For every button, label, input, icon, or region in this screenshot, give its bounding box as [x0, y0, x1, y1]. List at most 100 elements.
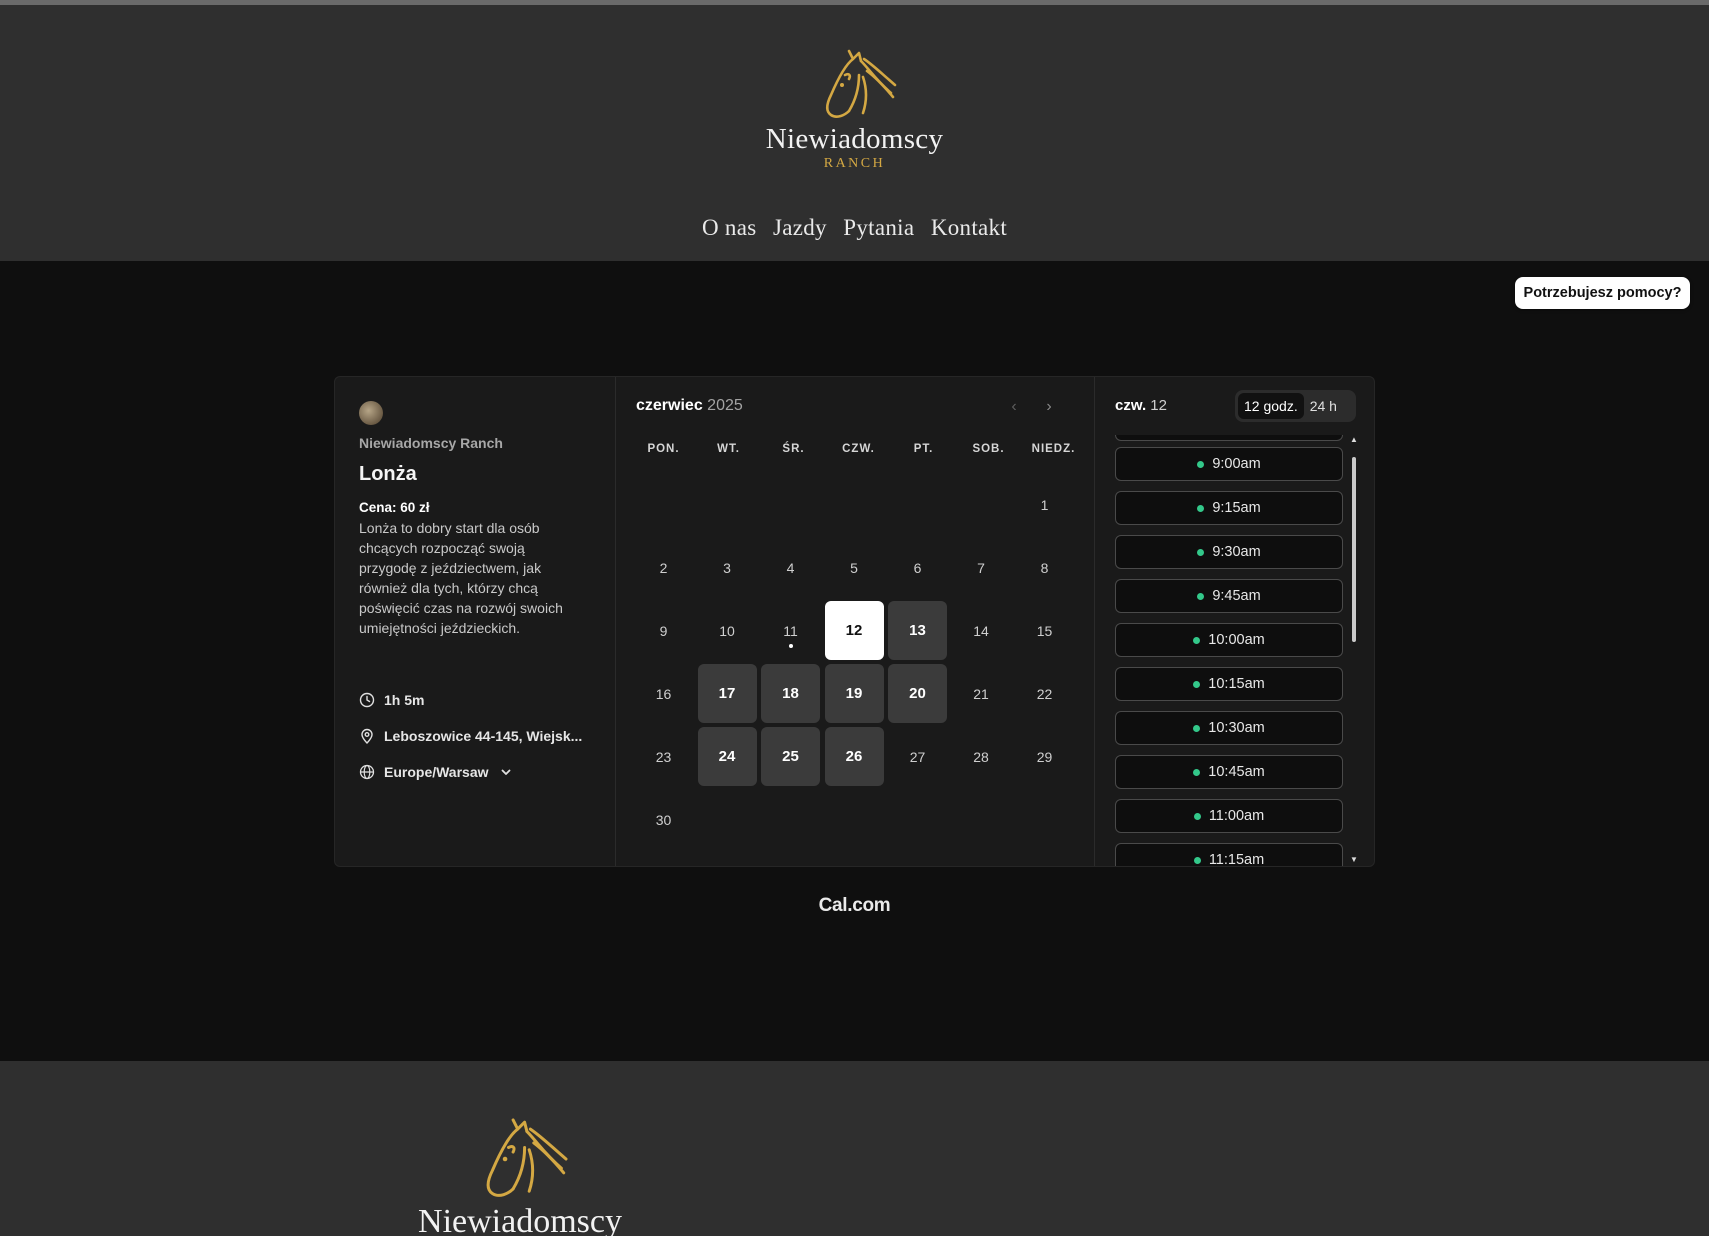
time-slot-partial[interactable] [1115, 435, 1343, 441]
time-slot-label: 10:15am [1208, 676, 1265, 692]
weekday-label: PT. [913, 443, 934, 455]
calendar-day: 27 [888, 727, 947, 786]
event-price: Cena: 60 zł [359, 500, 430, 515]
time-slot-label: 9:15am [1212, 500, 1261, 516]
event-title: Lonża [359, 463, 417, 485]
time-slot[interactable]: 9:15am [1115, 491, 1343, 525]
calendar-day-number: 8 [1040, 559, 1049, 576]
selected-date-weekday: czw. [1115, 397, 1147, 414]
horse-logo-icon [486, 1118, 568, 1197]
globe-icon [359, 764, 375, 780]
calendar-day[interactable]: 26 [824, 727, 884, 786]
calendar-day[interactable]: 20 [888, 664, 947, 723]
calendar-day-selected[interactable]: 12 [824, 601, 884, 660]
calendar-day[interactable]: 18 [761, 664, 820, 723]
time-slot-list[interactable]: 9:00am 9:15am 9:30am 9:45am 10:00am 10:15am 10… [1115, 435, 1345, 866]
timezone-selector[interactable]: Europe/Warsaw [359, 764, 512, 780]
calendar-blank [698, 475, 757, 534]
nav-link-kontakt[interactable]: Kontakt [931, 215, 1007, 240]
chevron-down-icon [501, 769, 510, 775]
calendar-day: 15 [1015, 601, 1074, 660]
event-location: Leboszowice 44-145, Wiejsk... [384, 728, 583, 744]
time-slot-label: 11:15am [1208, 852, 1265, 866]
site-header: Niewiadomscy RANCH O nas Jazdy Pytania K… [0, 5, 1709, 261]
help-button[interactable]: Potrzebujesz pomocy? [1515, 277, 1690, 309]
selected-date-number: 12 [1150, 397, 1167, 414]
calendar-day-number: 6 [913, 559, 922, 576]
weekday-label: SOB. [972, 443, 1005, 455]
calendar-day-number: 22 [1036, 685, 1053, 702]
calendar-day-number: 23 [655, 748, 672, 765]
calendar-day: 21 [952, 664, 1011, 723]
calendar-panel: czerwiec 2025 ‹ › PON. WT. ŚR. CZW. PT. … [616, 377, 1095, 866]
calendar-day-number: 13 [909, 622, 926, 639]
powered-by[interactable]: Cal.com [0, 895, 1709, 917]
scroll-down-icon[interactable]: ▼ [1350, 855, 1358, 864]
calendar-day: 6 [888, 538, 947, 597]
time-slot[interactable]: 10:45am [1115, 755, 1343, 789]
site-footer: Niewiadomscy [0, 1061, 1709, 1236]
time-slot[interactable]: 11:15am [1115, 843, 1343, 866]
nav-link-o-nas[interactable]: O nas [702, 215, 757, 240]
calendar-day: 8 [1015, 538, 1074, 597]
calendar-blank [952, 475, 1011, 534]
chevron-right-icon: › [1046, 398, 1052, 415]
calendar-day: 2 [634, 538, 693, 597]
footer-logo[interactable]: Niewiadomscy [402, 1113, 638, 1236]
scrollbar-thumb[interactable] [1352, 457, 1356, 642]
event-info-panel: Niewiadomscy Ranch Lonża Cena: 60 zł Lon… [335, 377, 616, 866]
calendar-day: 5 [825, 538, 884, 597]
map-pin-icon [361, 728, 373, 744]
time-slot[interactable]: 10:00am [1115, 623, 1343, 657]
time-slot[interactable]: 9:30am [1115, 535, 1343, 569]
nav-link-jazdy[interactable]: Jazdy [773, 215, 827, 240]
slot-scrollbar[interactable]: ▲ ▼ [1350, 435, 1360, 866]
calendar-day[interactable]: 24 [697, 727, 757, 786]
scroll-up-icon[interactable]: ▲ [1350, 435, 1358, 444]
availability-dot-icon [1193, 856, 1201, 864]
calendar-day-number: 30 [655, 811, 672, 828]
weekday-header: PON. WT. ŚR. CZW. PT. SOB. NIEDZ. [631, 443, 1086, 455]
calendar-day-number: 15 [1036, 622, 1053, 639]
selected-date: czw. 12 [1115, 397, 1167, 414]
calendar-day[interactable]: 19 [824, 664, 884, 723]
calendar-day-number: 21 [973, 685, 989, 702]
calendar-day-number: 5 [850, 559, 858, 576]
calendar-day[interactable]: 13 [888, 601, 947, 660]
availability-dot-icon [1193, 680, 1201, 688]
horse-logo-icon [825, 49, 896, 118]
calendar-day-number: 12 [845, 622, 863, 639]
organizer-name: Niewiadomscy Ranch [359, 435, 503, 451]
time-slot[interactable]: 10:30am [1115, 711, 1343, 745]
next-month-button[interactable]: › [1036, 395, 1062, 419]
calendar-day-number: 25 [782, 748, 799, 765]
weekday-label: NIEDZ. [1031, 443, 1076, 455]
calendar-day-number: 28 [973, 748, 989, 765]
time-slot[interactable]: 11:00am [1115, 799, 1343, 833]
calendar-day: 9 [634, 601, 693, 660]
time-slot[interactable]: 9:00am [1115, 447, 1343, 481]
toggle-12h[interactable]: 12 godz. [1238, 393, 1304, 419]
site-logo[interactable]: Niewiadomscy RANCH [0, 45, 1709, 171]
calendar-day[interactable]: 25 [761, 727, 820, 786]
availability-dot-icon [1193, 812, 1201, 820]
toggle-24h[interactable]: 24 h [1304, 393, 1343, 419]
time-slot-label: 9:45am [1212, 588, 1261, 604]
calendar-day-number: 2 [659, 559, 668, 576]
calendar-day: 11 [761, 601, 820, 660]
calendar-day[interactable]: 17 [697, 664, 757, 723]
prev-month-button[interactable]: ‹ [1001, 395, 1027, 419]
time-slot[interactable]: 10:15am [1115, 667, 1343, 701]
nav-link-pytania[interactable]: Pytania [843, 215, 914, 240]
calendar-blank [634, 475, 693, 534]
calendar-day-number: 1 [1040, 496, 1049, 513]
avatar [359, 401, 383, 425]
calendar-day-number: 24 [718, 748, 736, 765]
calendar-blank [825, 475, 884, 534]
calendar-day-number: 4 [786, 559, 795, 576]
clock-icon [359, 692, 375, 708]
duration-row: 1h 5m [359, 692, 424, 708]
calendar-day-number: 7 [977, 559, 985, 576]
time-slot[interactable]: 9:45am [1115, 579, 1343, 613]
calendar-day: 22 [1015, 664, 1074, 723]
